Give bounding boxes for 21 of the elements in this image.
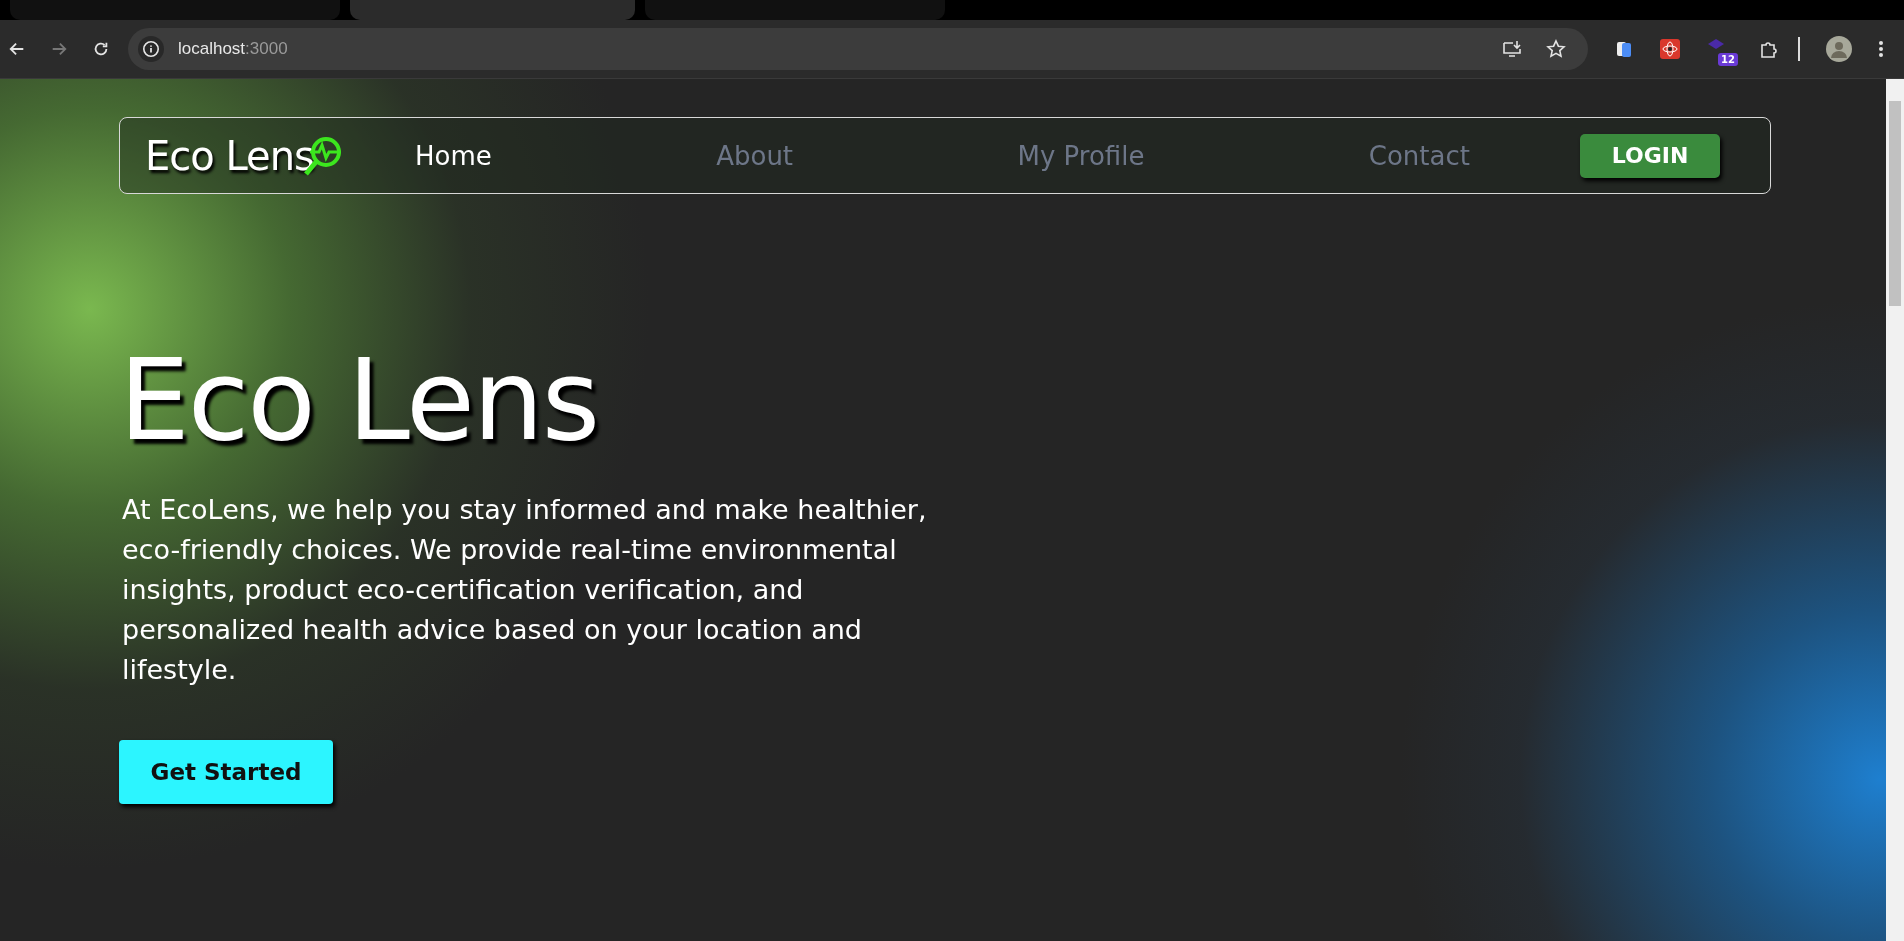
back-icon[interactable] [8, 40, 26, 58]
reload-icon[interactable] [92, 40, 110, 58]
forward-icon[interactable] [50, 40, 68, 58]
nav-link[interactable]: Home [415, 140, 492, 171]
hero-description: At EcoLens, we help you stay informed and make healthier, eco-friendly choices. We provide real-time environmental insights, product eco-certification verification, and personalized health advice based on your location and lifestyle. [122, 493, 928, 688]
atom-icon[interactable] [1660, 39, 1680, 59]
hero-title: Eco Lens [119, 339, 600, 463]
info-icon[interactable] [138, 36, 164, 62]
star-icon[interactable] [1546, 39, 1566, 59]
install-icon[interactable] [1502, 39, 1522, 59]
logo-text[interactable]: Eco Lens [145, 132, 314, 179]
avatar-icon[interactable] [1826, 36, 1852, 62]
login-button[interactable]: LOGIN [1580, 133, 1720, 178]
count-badge: 12 [1718, 53, 1738, 66]
menu-icon[interactable] [1878, 39, 1884, 59]
get-started-button[interactable]: Get Started [119, 740, 333, 805]
address-bar[interactable]: localhost:3000 [128, 28, 1588, 70]
cards-icon[interactable] [1614, 39, 1634, 59]
url-text: localhost:3000 [178, 39, 288, 59]
puzzle-icon[interactable] [1758, 39, 1778, 59]
scrollbar-thumb[interactable] [1889, 101, 1901, 306]
